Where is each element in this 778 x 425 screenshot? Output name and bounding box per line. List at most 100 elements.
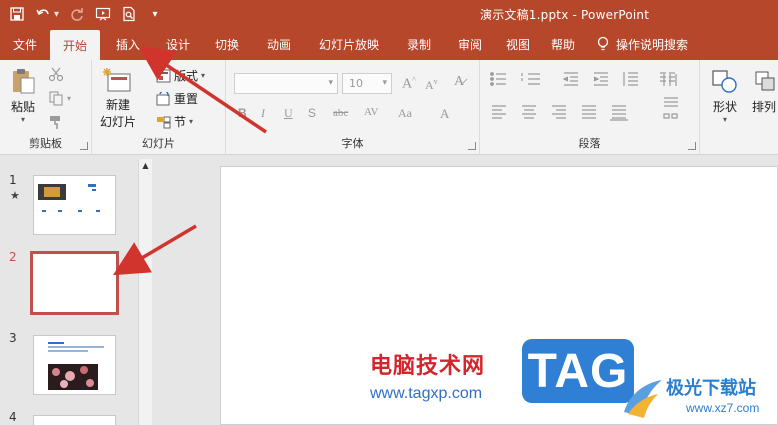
group-font: ▾ 10 ▾ A^ Av A̷ B I U S abc AV Aa A 字体 [226, 60, 480, 155]
new-slide-label-1: 新建 [106, 98, 131, 112]
layout-icon [156, 69, 171, 82]
slide-number-4: 4 [9, 410, 17, 424]
document-title: 演示文稿1.pptx - PowerPoint [480, 8, 650, 22]
reset-label: 重置 [174, 92, 199, 106]
tab-transitions[interactable]: 切换 [200, 28, 254, 60]
tab-record[interactable]: 录制 [394, 28, 444, 60]
tell-me-search[interactable]: 操作说明搜索 [596, 28, 688, 60]
section-button[interactable]: 节 ▾ [156, 113, 193, 130]
shrink-font-icon[interactable]: Av [425, 77, 438, 93]
justify-icon[interactable] [582, 105, 596, 119]
align-center-icon[interactable] [522, 105, 536, 119]
paste-icon [13, 69, 35, 94]
slide-thumbnail-3[interactable] [33, 335, 116, 395]
shapes-label: 形状 [712, 100, 737, 114]
slide-number-2: 2 [9, 250, 17, 264]
copy-button[interactable]: ▾ [48, 90, 71, 106]
redo-icon[interactable] [66, 3, 88, 25]
smartart-icon[interactable] [663, 113, 678, 119]
clipboard-dialog-launcher[interactable] [80, 142, 88, 150]
aurora-logo-icon [624, 380, 662, 418]
group-slides: 新建 幻灯片 版式 ▾ 重置 节 ▾ 幻灯片 [92, 60, 226, 155]
layout-label: 版式 [174, 69, 199, 83]
bullets-icon[interactable] [490, 72, 506, 86]
tab-home[interactable]: 开始 [50, 30, 100, 60]
shapes-icon [712, 70, 737, 93]
arrange-label: 排列 [752, 100, 777, 114]
line-spacing-icon[interactable] [623, 72, 638, 86]
ribbon-tabs: 文件 开始 插入 设计 切换 动画 幻灯片放映 录制 审阅 视图 帮助 操作说明… [0, 28, 778, 60]
numbering-icon[interactable] [521, 73, 540, 85]
increase-indent-icon[interactable] [593, 72, 608, 86]
paste-button[interactable]: 粘贴 ▾ [8, 66, 38, 124]
align-text-icon[interactable] [664, 97, 678, 107]
arrange-button[interactable]: 排列 [752, 68, 778, 115]
print-preview-icon[interactable] [118, 3, 140, 25]
clear-formatting-icon[interactable]: A̷ [454, 74, 464, 90]
tab-help[interactable]: 帮助 [540, 28, 586, 60]
font-dialog-launcher[interactable] [468, 142, 476, 150]
quick-access-toolbar: ▾ ▾ [0, 3, 166, 25]
slide-thumbnail-2[interactable] [30, 251, 119, 315]
grow-font-icon[interactable]: A^ [402, 75, 416, 93]
italic-button[interactable]: I [261, 106, 265, 121]
character-spacing-button[interactable]: AV [364, 106, 378, 118]
undo-icon[interactable] [32, 3, 54, 25]
align-left-icon[interactable] [492, 105, 506, 119]
columns-icon[interactable] [660, 72, 675, 82]
powerpoint-window: ▾ ▾ 演示文稿1.pptx - PowerPoint 文件 开始 插入 设计 … [0, 0, 778, 425]
paragraph-dialog-launcher[interactable] [688, 142, 696, 150]
save-icon[interactable] [6, 3, 28, 25]
cut-button[interactable] [48, 66, 64, 82]
strikethrough-button[interactable]: abc [333, 107, 348, 119]
watermark-site-url: www.tagxp.com [370, 385, 483, 402]
tab-view[interactable]: 视图 [496, 28, 540, 60]
copy-icon [49, 91, 63, 106]
text-shadow-button[interactable]: S [308, 106, 316, 120]
shapes-button[interactable]: 形状 ▾ [710, 68, 740, 124]
slide-thumbnail-1[interactable] [33, 175, 116, 235]
slide-thumbnail-4[interactable] [33, 415, 116, 425]
paste-label: 粘贴 [10, 100, 35, 114]
distributed-icon[interactable] [610, 105, 628, 121]
change-case-button[interactable]: Aa [398, 106, 412, 121]
tab-design[interactable]: 设计 [156, 28, 200, 60]
slide-number-1: 1 [9, 173, 17, 187]
underline-button[interactable]: U [284, 106, 293, 121]
slide-1-preview [38, 184, 100, 212]
layout-button[interactable]: 版式 ▾ [156, 67, 205, 84]
reset-icon [156, 91, 170, 105]
watermark2-site-name: 极光下载站 [666, 378, 756, 399]
watermark-xz7: 极光下载站 www.xz7.com [616, 368, 778, 425]
ribbon-home: 粘贴 ▾ ▾ 剪贴板 新建 幻灯片 版式 ▾ 重置 节 ▾ 幻灯片 ▾ 10 ▾… [0, 60, 778, 155]
clipboard-group-label: 剪贴板 [29, 137, 62, 150]
decrease-indent-icon[interactable] [562, 72, 578, 86]
reset-button[interactable]: 重置 [156, 90, 198, 107]
format-painter-icon [50, 116, 60, 129]
bold-button[interactable]: B [238, 106, 247, 120]
new-slide-icon [103, 68, 131, 92]
font-color-button[interactable]: A [440, 106, 449, 122]
format-painter-button[interactable] [48, 114, 64, 130]
tab-animations[interactable]: 动画 [254, 28, 304, 60]
tab-file[interactable]: 文件 [0, 28, 50, 60]
scroll-up-arrow-icon[interactable]: ▲ [139, 159, 152, 171]
text-direction-icon[interactable] [663, 74, 677, 86]
tab-slideshow[interactable]: 幻灯片放映 [304, 28, 394, 60]
font-size-combo[interactable]: 10 ▾ [342, 73, 392, 94]
new-slide-button[interactable]: 新建 幻灯片 [100, 66, 136, 130]
customize-qat-icon[interactable]: ▾ [144, 3, 166, 25]
tab-review[interactable]: 审阅 [444, 28, 496, 60]
title-bar: ▾ ▾ 演示文稿1.pptx - PowerPoint [0, 0, 778, 28]
slide-4-preview [34, 419, 115, 425]
font-group-label: 字体 [341, 137, 364, 150]
undo-dropdown-icon[interactable]: ▾ [54, 9, 62, 20]
tab-insert[interactable]: 插入 [100, 28, 156, 60]
slide-1-transition-marker: ★ [10, 189, 20, 202]
slides-group-label: 幻灯片 [142, 137, 175, 150]
thumbnails-scrollbar[interactable]: ▲ [138, 159, 152, 425]
align-right-icon[interactable] [552, 105, 566, 119]
start-from-beginning-icon[interactable] [92, 3, 114, 25]
section-icon [157, 116, 171, 128]
font-name-combo[interactable]: ▾ [234, 73, 338, 94]
